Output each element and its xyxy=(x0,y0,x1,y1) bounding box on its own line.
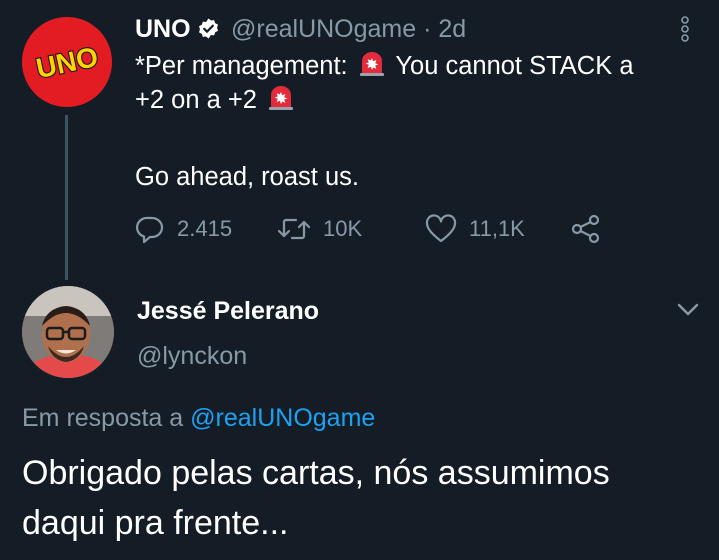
user-avatar[interactable] xyxy=(22,286,114,378)
reply-icon xyxy=(135,216,164,244)
reply-action[interactable]: 2.415 xyxy=(135,213,232,245)
reply-author-handle[interactable]: @lynckon xyxy=(137,341,247,371)
more-options-icon[interactable] xyxy=(678,16,692,42)
user-avatar-photo xyxy=(22,286,114,378)
uno-logo: UNO xyxy=(22,17,112,107)
share-icon xyxy=(571,214,600,244)
reply-count: 2.415 xyxy=(177,216,233,241)
siren-emoji-icon xyxy=(269,86,294,110)
chevron-down-icon[interactable] xyxy=(676,300,700,318)
uno-avatar[interactable]: UNO xyxy=(22,17,112,107)
retweet-icon xyxy=(277,218,311,240)
reply-author-name[interactable]: Jessé Pelerano xyxy=(137,296,319,326)
tweet-text-prefix: *Per management: xyxy=(135,52,348,80)
author-handle-and-time[interactable]: @realUNOgame · 2d xyxy=(231,14,466,44)
author-name[interactable]: UNO xyxy=(135,14,191,44)
reply-mention-link[interactable]: @realUNOgame xyxy=(190,404,375,432)
retweet-action[interactable]: 10K xyxy=(277,213,362,245)
reply-text: Obrigado pelas cartas, nós assumimos daq… xyxy=(22,454,610,542)
reply-context-label: Em resposta a xyxy=(22,404,184,432)
siren-emoji-icon xyxy=(359,52,384,76)
tweet-text-line2: +2 on a +2 xyxy=(135,86,257,114)
thread-connector-line xyxy=(65,115,68,280)
reply-context: Em resposta a @realUNOgame xyxy=(22,402,375,434)
like-icon xyxy=(425,214,457,243)
verified-badge-icon xyxy=(199,18,218,39)
like-action[interactable]: 11,1K xyxy=(425,213,525,245)
tweet-text: *Per management: You cannot STACK a +2 o… xyxy=(135,49,705,117)
share-action[interactable] xyxy=(570,213,614,245)
retweet-count: 10K xyxy=(323,216,363,241)
tweet-text-line3: Go ahead, roast us. xyxy=(135,163,359,191)
like-count: 11,1K xyxy=(469,216,525,241)
tweet-text-middle: You cannot STACK a xyxy=(395,52,634,80)
